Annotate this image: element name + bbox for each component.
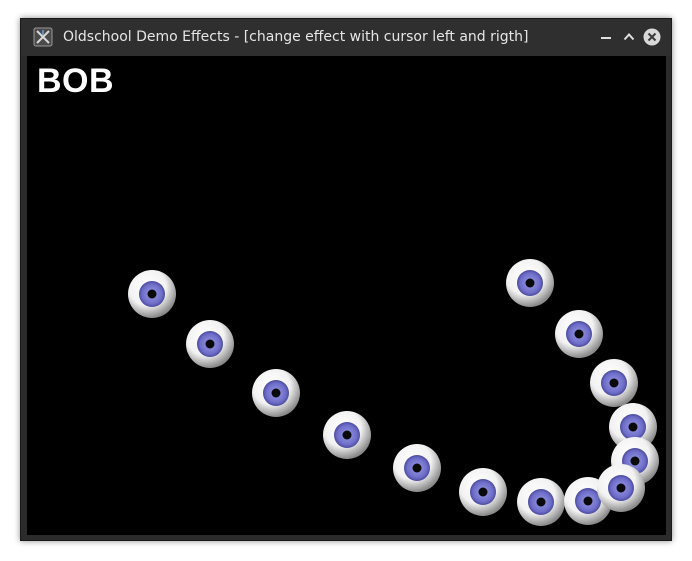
minimize-icon xyxy=(601,37,611,39)
eyeball-icon xyxy=(516,477,566,527)
effect-title: BOB xyxy=(37,62,115,100)
close-icon xyxy=(643,28,661,46)
window-title: Oldschool Demo Effects - [change effect … xyxy=(63,29,529,45)
eyeball-icon xyxy=(322,410,372,460)
minimize-button[interactable] xyxy=(597,28,615,46)
demo-canvas[interactable]: BOB xyxy=(27,56,666,535)
close-button[interactable] xyxy=(643,28,661,46)
title-bar[interactable]: Oldschool Demo Effects - [change effect … xyxy=(21,19,671,56)
eyeball-icon xyxy=(596,463,646,513)
app-icon xyxy=(33,27,53,47)
eyeball-icon xyxy=(554,309,604,359)
eyeball-icon xyxy=(589,358,639,408)
eyeball-icon xyxy=(185,319,235,369)
maximize-icon xyxy=(623,33,635,41)
eyeball-icon xyxy=(505,258,555,308)
eyeball-icon xyxy=(251,368,301,418)
eyeball-icon xyxy=(458,467,508,517)
eyeball-icon xyxy=(127,269,177,319)
maximize-button[interactable] xyxy=(620,28,638,46)
eyeball-icon xyxy=(392,443,442,493)
app-window: Oldschool Demo Effects - [change effect … xyxy=(20,18,672,541)
